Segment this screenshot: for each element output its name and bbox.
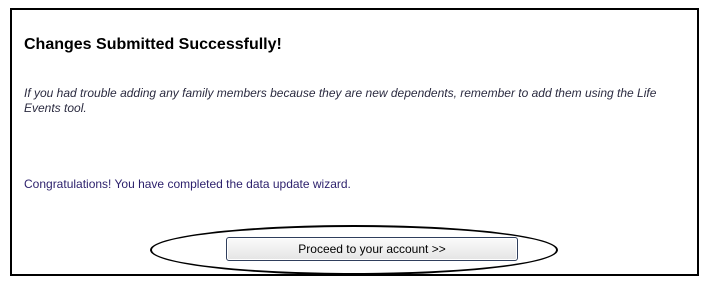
page-title: Changes Submitted Successfully!	[24, 36, 282, 53]
proceed-to-account-button[interactable]: Proceed to your account >>	[226, 237, 518, 261]
life-events-note: If you had trouble adding any family mem…	[24, 86, 657, 115]
completion-message: Congratulations! You have completed the …	[24, 177, 351, 191]
